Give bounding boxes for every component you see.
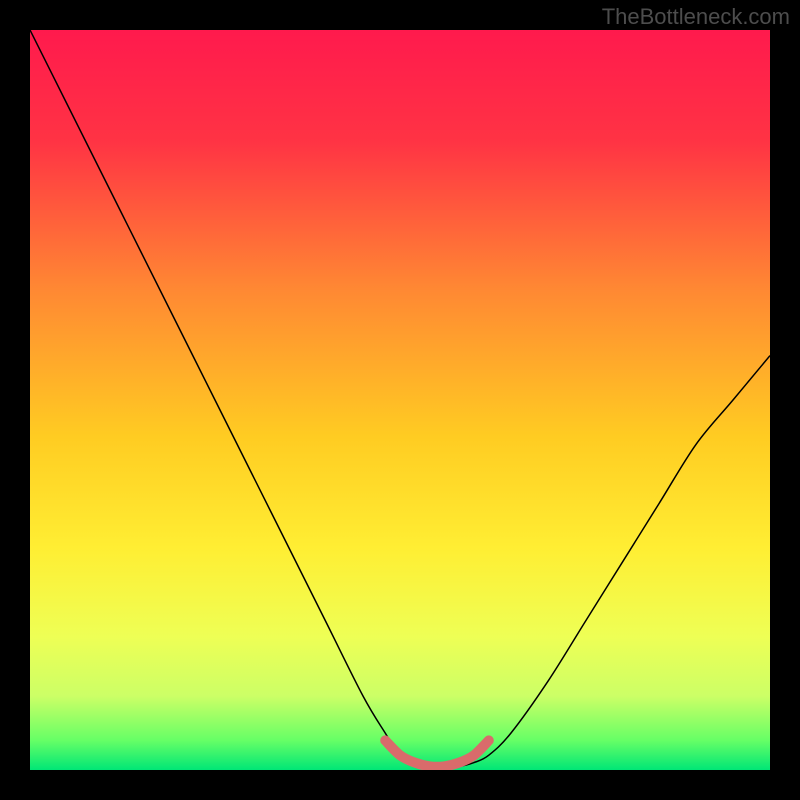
bottleneck-curve-path (30, 30, 770, 767)
watermark-text: TheBottleneck.com (602, 4, 790, 30)
curve-overlay (30, 30, 770, 770)
chart-plot-area (30, 30, 770, 770)
